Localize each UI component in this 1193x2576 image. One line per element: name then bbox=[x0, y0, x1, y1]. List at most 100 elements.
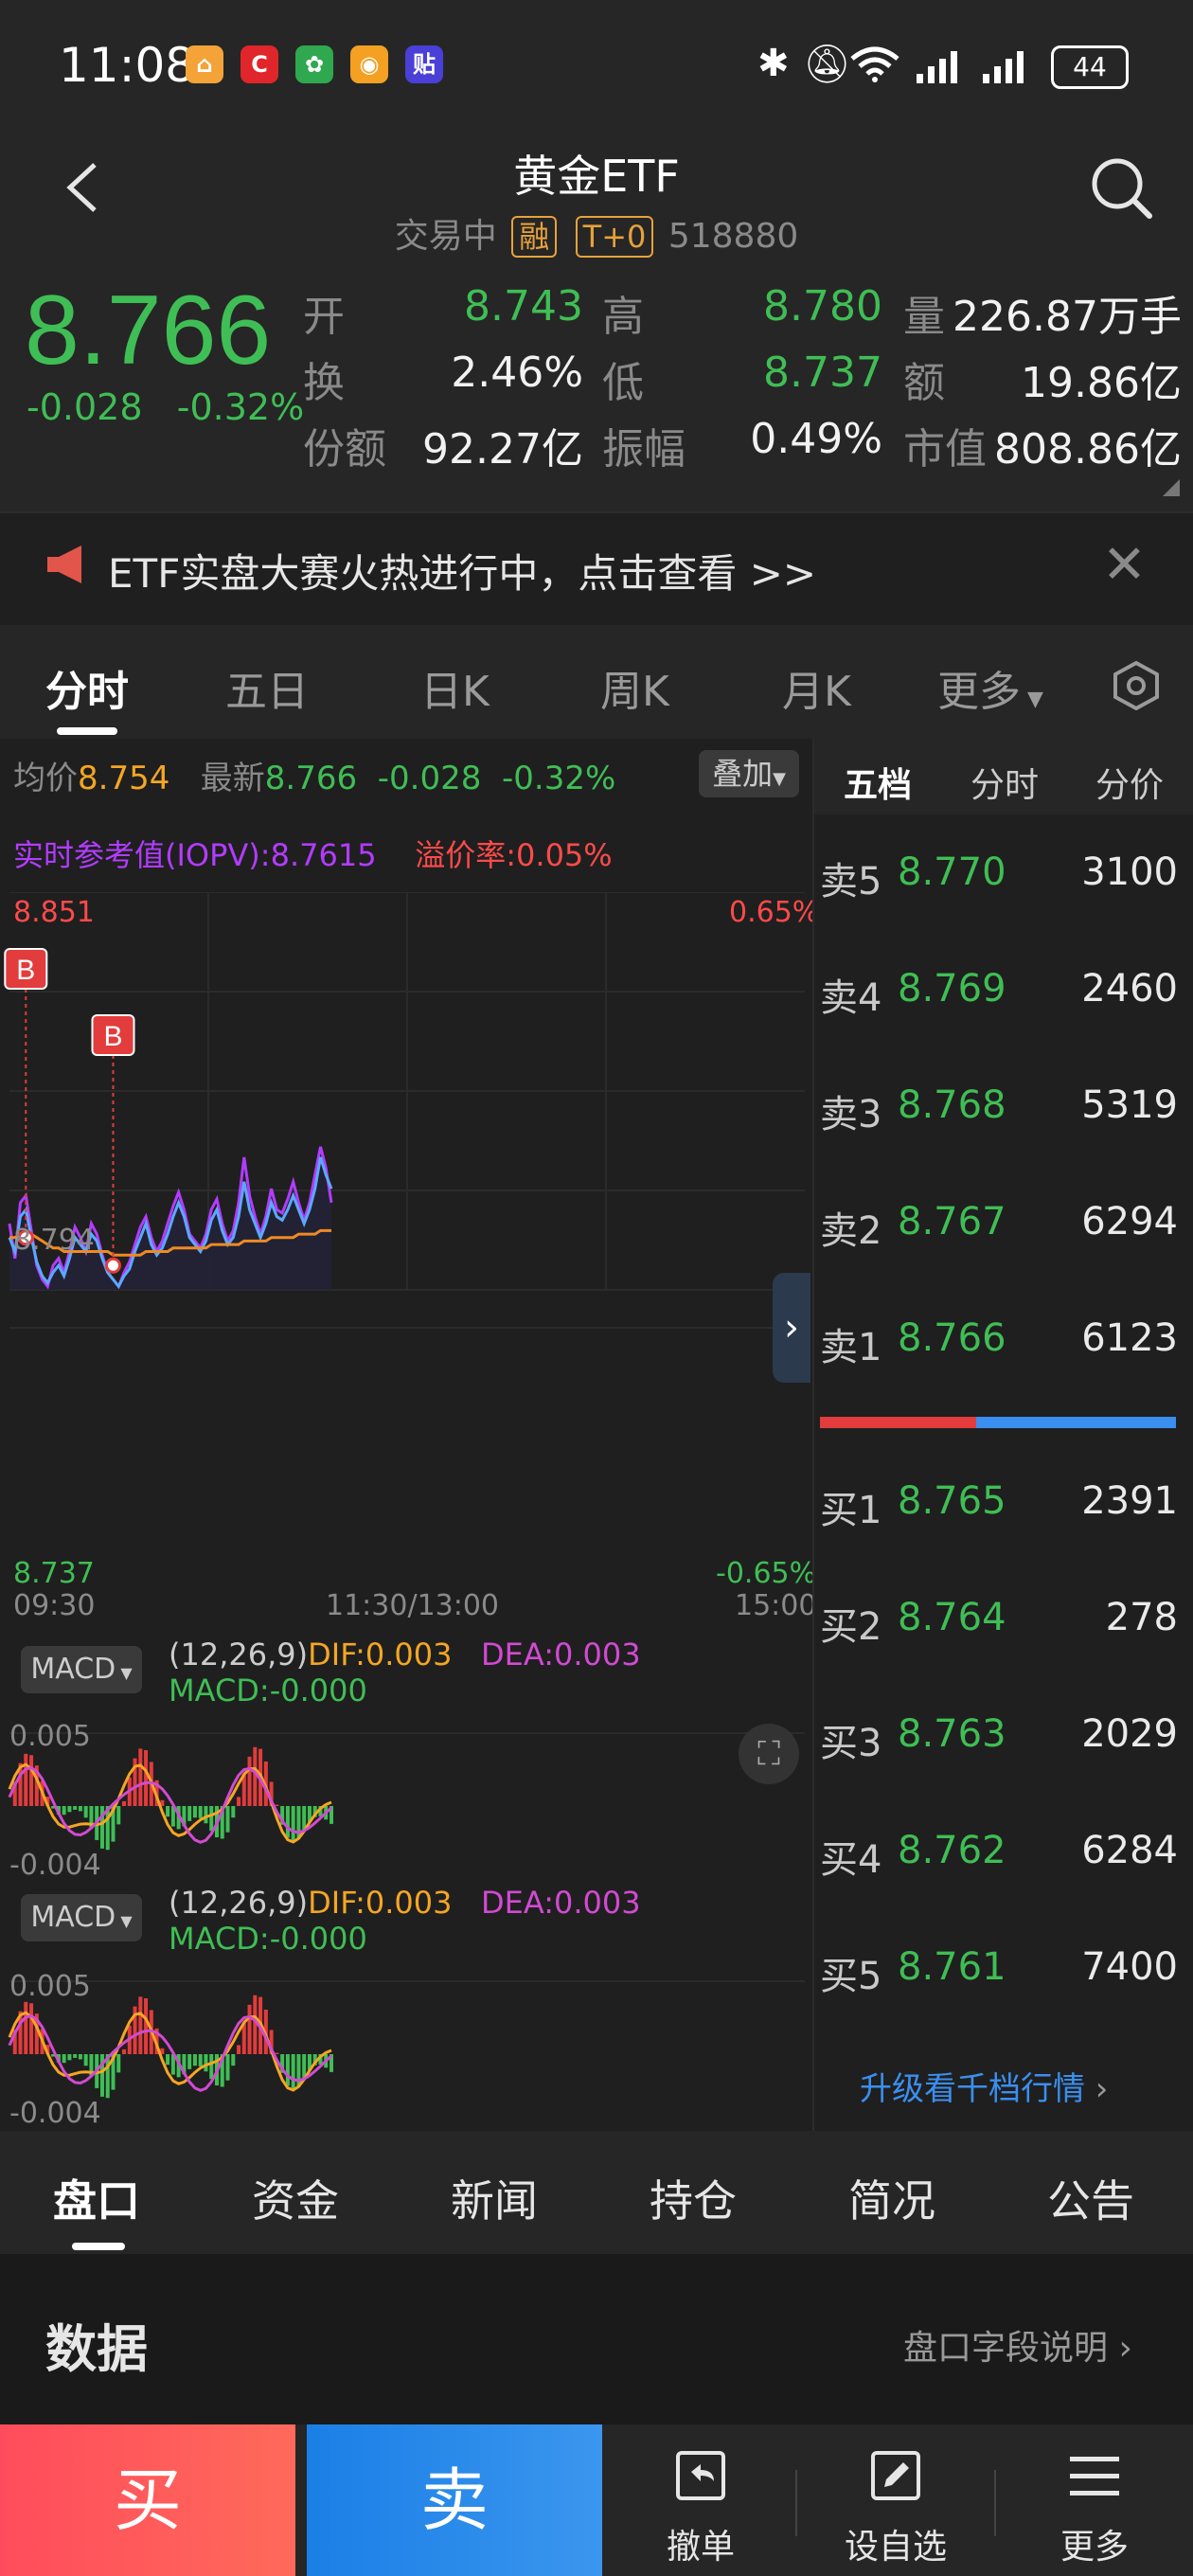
macd-panel-2-bar bbox=[198, 2054, 203, 2066]
tab-news[interactable]: 新闻 bbox=[451, 2167, 538, 2229]
macd-panel-2-bar bbox=[138, 1996, 143, 2054]
ask-row-1[interactable]: 卖4 8.769 2460 bbox=[814, 967, 1193, 1024]
tab-more-label: 更多 bbox=[937, 668, 1021, 716]
macd-select-1[interactable]: MACD ▼ bbox=[21, 1646, 142, 1693]
macd-panel-1-bar bbox=[198, 1806, 203, 1818]
field-explanation-link[interactable]: 盘口字段说明 › bbox=[903, 2320, 1132, 2370]
bid-row-3[interactable]: 买4 8.762 6284 bbox=[814, 1829, 1193, 1886]
expand-panel-arrow-icon[interactable]: › bbox=[773, 1273, 810, 1383]
tab-more[interactable]: 更多 ▼ bbox=[937, 657, 1043, 718]
bid-label: 买2 bbox=[820, 1605, 882, 1649]
tab-profile[interactable]: 简况 bbox=[848, 2167, 935, 2229]
bid-row-2[interactable]: 买3 8.763 2029 bbox=[814, 1712, 1193, 1769]
macd-panel-1-bar bbox=[73, 1806, 78, 1810]
close-icon[interactable]: ✕ bbox=[1102, 534, 1147, 596]
tab-weekly-k[interactable]: 周K bbox=[600, 657, 669, 718]
ask-label: 卖4 bbox=[820, 976, 882, 1020]
expand-corner-icon[interactable] bbox=[1163, 479, 1180, 496]
latest-value: 8.766 bbox=[264, 760, 358, 797]
overlay-caret-icon: ▼ bbox=[773, 769, 786, 789]
megaphone-icon bbox=[47, 546, 81, 583]
macd-y-top-1: 0.005 bbox=[9, 1720, 91, 1753]
tab-tick[interactable]: 分时 bbox=[943, 758, 1066, 807]
buy-button[interactable]: 买 bbox=[0, 2424, 295, 2576]
quote-value-8: 808.86亿 bbox=[994, 425, 1182, 474]
bid-row-1[interactable]: 买2 8.764 278 bbox=[814, 1596, 1193, 1653]
detail-tab-indicator bbox=[72, 2243, 125, 2250]
bid-vol: 6284 bbox=[1081, 1829, 1178, 1872]
chart-tabs: 分时 五日 日K 周K 月K 更多 ▼ bbox=[0, 625, 1193, 739]
time-start-label: 09:30 bbox=[13, 1589, 96, 1622]
action-divider-1 bbox=[795, 2470, 797, 2536]
ask-vol: 2460 bbox=[1081, 967, 1178, 1011]
pct-bottom-label: -0.65% bbox=[716, 1557, 817, 1590]
tab-intraday[interactable]: 分时 bbox=[45, 657, 129, 718]
bid-row-4[interactable]: 买5 8.761 7400 bbox=[814, 1945, 1193, 2002]
ask-row-4[interactable]: 卖1 8.766 6123 bbox=[814, 1316, 1193, 1373]
sell-button[interactable]: 卖 bbox=[307, 2424, 602, 2576]
ask-label: 卖3 bbox=[820, 1093, 882, 1136]
bid-price: 8.765 bbox=[898, 1479, 1006, 1523]
macd-select-2[interactable]: MACD ▼ bbox=[21, 1894, 142, 1941]
bid-ask-ratio-bar bbox=[820, 1417, 1176, 1428]
tab-holdings[interactable]: 持仓 bbox=[650, 2167, 737, 2229]
macd-panel-2-bar bbox=[122, 2048, 127, 2054]
tab-fund-flow[interactable]: 资金 bbox=[252, 2167, 339, 2229]
tab-announcement[interactable]: 公告 bbox=[1047, 2167, 1134, 2229]
bid-price: 8.764 bbox=[898, 1596, 1006, 1639]
purple-app-icon: 贴 bbox=[405, 45, 443, 83]
tab-active-indicator bbox=[57, 727, 117, 735]
search-icon[interactable] bbox=[1089, 155, 1155, 222]
bid-row-0[interactable]: 买1 8.765 2391 bbox=[814, 1479, 1193, 1536]
quote-label-3: 换 bbox=[303, 359, 345, 407]
quote-label-4: 低 bbox=[602, 359, 644, 407]
overlay-button[interactable]: 叠加▼ bbox=[699, 750, 799, 797]
margin-tag: 融 bbox=[511, 216, 558, 258]
tab-daily-k[interactable]: 日K bbox=[420, 657, 490, 718]
macd-dea-1: DEA:0.003 bbox=[481, 1637, 641, 1673]
add-watchlist-button[interactable]: 设自选 bbox=[801, 2424, 990, 2576]
bid-price: 8.761 bbox=[898, 1945, 1006, 1989]
quote-value-0: 8.743 bbox=[464, 282, 583, 331]
more-button[interactable]: 更多 bbox=[1000, 2424, 1189, 2576]
more-label: 更多 bbox=[1059, 2528, 1129, 2567]
promo-banner[interactable]: ETF实盘大赛火热进行中，点击查看 >> ✕ bbox=[0, 511, 1193, 617]
quote-value-7: 0.49% bbox=[750, 415, 882, 463]
cancel-order-button[interactable]: 撤单 bbox=[606, 2424, 795, 2576]
quote-value-1: 8.780 bbox=[763, 282, 882, 331]
t0-tag: T+0 bbox=[575, 216, 654, 258]
ask-row-2[interactable]: 卖3 8.768 5319 bbox=[814, 1083, 1193, 1140]
ask-row-3[interactable]: 卖2 8.767 6294 bbox=[814, 1200, 1193, 1257]
chevron-right-icon: › bbox=[1108, 2329, 1132, 2368]
banner-text: ETF实盘大赛火热进行中，点击查看 >> bbox=[108, 550, 817, 597]
y-mid-label: 8.794 bbox=[13, 1224, 95, 1257]
macd-panel-2-bar bbox=[192, 2054, 197, 2066]
macd-panel-2-bar bbox=[83, 2054, 88, 2066]
tab-price-volume[interactable]: 分价 bbox=[1068, 758, 1191, 807]
upgrade-link[interactable]: 升级看千档行情 › bbox=[860, 2063, 1108, 2109]
ask-row-0[interactable]: 卖5 8.770 3100 bbox=[814, 850, 1193, 907]
data-section: 数据 盘口字段说明 › bbox=[0, 2254, 1193, 2424]
field-explanation-label: 盘口字段说明 bbox=[903, 2329, 1109, 2368]
order-book: 五档 分时 分价 卖5 8.770 3100 卖4 8.769 2460 卖3 8.768 53… bbox=[812, 739, 1193, 2131]
macd-legend-2: (12,26,9)DIF:0.003 DEA:0.003 MACD:-0.000 bbox=[169, 1885, 641, 1957]
tab-five-levels[interactable]: 五档 bbox=[816, 758, 939, 807]
upgrade-label: 升级看千档行情 bbox=[860, 2070, 1085, 2108]
ask-vol: 6294 bbox=[1081, 1200, 1178, 1243]
macd-panel-1-bar bbox=[67, 1806, 72, 1813]
bluetooth-icon: ✱ bbox=[757, 42, 790, 85]
tab-five-day[interactable]: 五日 bbox=[225, 657, 309, 718]
macd-panel-1-bar bbox=[144, 1749, 149, 1806]
fullscreen-icon[interactable]: ⛶ bbox=[739, 1724, 799, 1784]
tab-order[interactable]: 盘口 bbox=[53, 2167, 140, 2229]
macd-panel-2-bar bbox=[237, 2045, 241, 2054]
latest-label: 最新 bbox=[200, 760, 265, 797]
macd-panel-2-bar bbox=[144, 1997, 149, 2054]
iopv-line: 实时参考值(IOPV):8.7615 溢价率:0.05% bbox=[13, 832, 613, 875]
settings-hexagon-icon[interactable] bbox=[1112, 661, 1161, 710]
chevron-right-icon: › bbox=[1085, 2070, 1109, 2108]
quote-label-7: 振幅 bbox=[602, 425, 686, 474]
wifi-icon bbox=[850, 46, 899, 82]
tab-monthly-k[interactable]: 月K bbox=[782, 657, 851, 718]
overlay-label: 叠加 bbox=[712, 756, 774, 792]
